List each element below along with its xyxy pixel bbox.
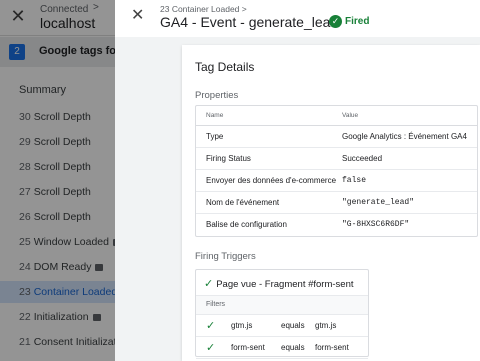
column-header-name: Name [206, 112, 224, 119]
property-name: Type [206, 132, 224, 141]
table-row: Type Google Analytics : Événement GA4 [196, 126, 477, 148]
panel-header: ✕ 23 Container Loaded > GA4 - Event - ge… [115, 0, 480, 37]
check-circle-icon: ✓ [329, 15, 342, 28]
trigger-card[interactable]: ✓ Page vue - Fragment #form-sent Filters … [195, 269, 369, 359]
filters-header: Filters [196, 295, 368, 315]
property-name: Firing Status [206, 154, 251, 163]
filter-variable: gtm.js [231, 321, 253, 330]
property-value: "G-8HXSC6R6DF" [342, 220, 410, 229]
check-icon: ✓ [206, 320, 216, 332]
table-row: Firing Status Succeeded [196, 148, 477, 170]
table-row: Balise de configuration "G-8HXSC6R6DF" [196, 214, 477, 236]
properties-title: Properties [195, 90, 239, 101]
breadcrumb[interactable]: 23 Container Loaded > [160, 4, 247, 14]
column-header-value: Value [342, 112, 359, 119]
trigger-label: Page vue - Fragment #form-sent [216, 279, 354, 290]
filter-row: ✓ gtm.js equals gtm.js [196, 315, 368, 337]
filter-row: ✓ form-sent equals form-sent [196, 337, 368, 359]
table-row: Envoyer des données d'e-commerce false [196, 170, 477, 192]
properties-table: Name Value Type Google Analytics : Événem… [195, 105, 478, 237]
property-value: "generate_lead" [342, 198, 415, 207]
firing-triggers-title: Firing Triggers [195, 251, 256, 262]
tag-detail-panel: ✕ 23 Container Loaded > GA4 - Event - ge… [115, 0, 480, 361]
trigger-name: ✓ Page vue - Fragment #form-sent [204, 277, 354, 290]
property-value: Google Analytics : Événement GA4 [342, 132, 467, 141]
status-badge: Fired [345, 16, 370, 27]
filter-operator: equals [281, 343, 305, 352]
filter-value: form-sent [315, 343, 349, 352]
property-name: Envoyer des données d'e-commerce [206, 176, 337, 185]
close-icon[interactable]: ✕ [131, 8, 144, 24]
check-icon: ✓ [206, 342, 216, 354]
property-value: Succeeded [342, 154, 383, 163]
table-row: Nom de l'événement "generate_lead" [196, 192, 477, 214]
filter-variable: form-sent [231, 343, 265, 352]
modal-scrim[interactable] [0, 0, 115, 361]
page-title: GA4 - Event - generate_lead [160, 14, 339, 30]
property-value: false [342, 176, 367, 185]
table-header: Name Value [196, 106, 477, 126]
card-title: Tag Details [195, 60, 255, 74]
check-icon: ✓ [204, 278, 214, 290]
filter-operator: equals [281, 321, 305, 330]
filters-label: Filters [206, 301, 226, 308]
filter-value: gtm.js [315, 321, 337, 330]
property-name: Balise de configuration [206, 220, 287, 229]
property-name: Nom de l'événement [206, 198, 280, 207]
tag-details-card: Tag Details Properties Name Value Type Go… [182, 45, 480, 361]
